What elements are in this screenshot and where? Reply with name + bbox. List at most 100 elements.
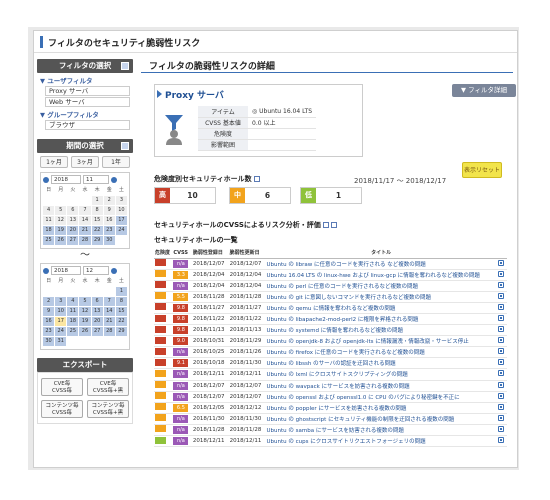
- calendar-day[interactable]: 1: [115, 287, 127, 296]
- vulnerability-title[interactable]: Ubuntu の git に意図しないコマンドを実行されるなど複数の問題: [265, 291, 497, 303]
- external-link-icon[interactable]: [497, 270, 504, 277]
- user-filter-group[interactable]: ▼ ユーザフィルタ: [40, 75, 133, 85]
- external-link-icon[interactable]: [497, 437, 504, 444]
- vulnerability-title[interactable]: Ubuntu の libraw に任意のコードを実行される など複数の問題: [265, 258, 497, 270]
- table-row[interactable]: n/a 2018/12/07 2018/12/07 Ubuntu の libraw に…: [154, 258, 507, 270]
- next-month-icon[interactable]: [111, 176, 117, 183]
- year-select[interactable]: 2018: [51, 175, 81, 184]
- calendar-day[interactable]: 4: [67, 297, 79, 306]
- calendar-day[interactable]: 12: [55, 216, 67, 225]
- calendar-day[interactable]: 10: [55, 307, 67, 316]
- calendar-day[interactable]: 27: [91, 327, 103, 336]
- calendar-day[interactable]: 8: [91, 206, 103, 215]
- calendar-day[interactable]: 18: [43, 226, 55, 235]
- calendar-day[interactable]: 21: [79, 226, 91, 235]
- calendar-day[interactable]: 22: [91, 226, 103, 235]
- calendar-day[interactable]: 19: [55, 226, 67, 235]
- help-icon[interactable]: [253, 176, 260, 182]
- calendar-day[interactable]: 14: [79, 216, 91, 225]
- calendar-day[interactable]: 25: [67, 327, 79, 336]
- calendar-day[interactable]: 26: [55, 236, 67, 245]
- calendar-day[interactable]: 15: [115, 307, 127, 316]
- calendar-day[interactable]: 7: [103, 297, 115, 306]
- calendar-day[interactable]: 24: [115, 226, 127, 235]
- calendar-day[interactable]: 16: [103, 216, 115, 225]
- expand-icon[interactable]: [157, 90, 162, 98]
- expand-icon[interactable]: [330, 222, 337, 228]
- calendar-day[interactable]: 23: [43, 327, 55, 336]
- calendar-day[interactable]: 11: [43, 216, 55, 225]
- calendar-day[interactable]: 3: [115, 196, 127, 205]
- external-link-icon[interactable]: [497, 337, 504, 344]
- table-row[interactable]: 5.5 2018/11/28 2018/11/28 Ubuntu の git に意図し…: [154, 291, 507, 303]
- vulnerability-title[interactable]: Ubuntu の wavpack にサービスを妨害される複数の問題: [265, 380, 497, 392]
- table-row[interactable]: n/a 2018/12/07 2018/12/07 Ubuntu の wavpack …: [154, 380, 507, 392]
- export-button[interactable]: コンテンツ毎 CVSS毎+黒: [87, 400, 129, 418]
- external-link-icon[interactable]: [497, 259, 504, 266]
- col-registered[interactable]: 脆弱性登録日: [191, 248, 229, 259]
- calendar-day[interactable]: 2: [43, 297, 55, 306]
- calendar-day[interactable]: 29: [91, 236, 103, 245]
- prev-month-icon[interactable]: [43, 267, 49, 274]
- table-row[interactable]: 9.8 2018/11/13 2018/11/13 Ubuntu の systemd …: [154, 324, 507, 337]
- calendar-day[interactable]: 12: [79, 307, 91, 316]
- calendar-day[interactable]: 2: [103, 196, 115, 205]
- vulnerability-title[interactable]: Ubuntu の libssh のサーバの認証を迂回される問題: [265, 357, 497, 370]
- calendar-day[interactable]: 13: [67, 216, 79, 225]
- vulnerability-title[interactable]: Ubuntu の firefox に任意のコードを実行されるなど複数の問題: [265, 346, 497, 359]
- calendar-day[interactable]: 30: [43, 337, 55, 346]
- next-month-icon[interactable]: [111, 267, 117, 274]
- table-row[interactable]: n/a 2018/12/04 2018/12/04 Ubuntu の perl に任意…: [154, 280, 507, 292]
- vulnerability-title[interactable]: Ubuntu の qemu に情報を奪われるなど複数の問題: [265, 302, 497, 314]
- table-row[interactable]: n/a 2018/11/30 2018/11/30 Ubuntu の ghostscr…: [154, 413, 507, 425]
- period-3m-button[interactable]: 3ヶ月: [71, 156, 99, 168]
- external-link-icon[interactable]: [497, 292, 504, 299]
- vulnerability-title[interactable]: Ubuntu の samba にサービスを妨害される複数の問題: [265, 424, 497, 437]
- calendar-day[interactable]: 25: [43, 236, 55, 245]
- external-link-icon[interactable]: [497, 403, 504, 410]
- vulnerability-title[interactable]: Ubuntu 16.04 LTS の linux-hwe および linux-g…: [265, 269, 497, 281]
- calendar-day[interactable]: 16: [43, 317, 55, 326]
- external-link-icon[interactable]: [497, 370, 504, 377]
- help-icon[interactable]: [322, 222, 329, 228]
- external-link-icon[interactable]: [497, 359, 504, 366]
- group-filter-group[interactable]: ▼ グループフィルタ: [40, 109, 133, 119]
- col-title[interactable]: タイトル: [265, 248, 497, 259]
- month-select[interactable]: 12: [83, 266, 109, 275]
- filter-item-web[interactable]: Web サーバ: [45, 97, 130, 107]
- calendar-day[interactable]: 21: [103, 317, 115, 326]
- table-row[interactable]: 9.0 2018/10/31 2018/11/29 Ubuntu の openjdk-…: [154, 335, 507, 348]
- col-risk[interactable]: 危険度: [154, 248, 173, 259]
- calendar-day[interactable]: 30: [103, 236, 115, 245]
- month-select[interactable]: 11: [83, 175, 109, 184]
- external-link-icon[interactable]: [497, 414, 504, 421]
- calendar-day[interactable]: 24: [55, 327, 67, 336]
- col-cvss[interactable]: CVSS: [172, 248, 192, 259]
- severity-high[interactable]: 高 10: [154, 187, 216, 204]
- calendar-day[interactable]: 28: [103, 327, 115, 336]
- table-row[interactable]: n/a 2018/12/07 2018/12/07 Ubuntu の openssl …: [154, 391, 507, 403]
- calendar-day[interactable]: 26: [79, 327, 91, 336]
- vulnerability-title[interactable]: Ubuntu の lxml にクロスサイトスクリプティングの問題: [265, 368, 497, 381]
- export-button[interactable]: CVE毎 CVSS毎+黒: [87, 378, 129, 396]
- table-row[interactable]: 3.3 2018/12/04 2018/12/04 Ubuntu 16.04 LTS …: [154, 269, 507, 281]
- export-button[interactable]: CVE毎 CVSS毎: [41, 378, 83, 396]
- calendar-day[interactable]: 19: [79, 317, 91, 326]
- severity-low[interactable]: 低1: [300, 187, 362, 204]
- vulnerability-title[interactable]: Ubuntu の ghostscript にセキュリティ機能の制限を迂回される複…: [265, 413, 497, 425]
- calendar-day[interactable]: 5: [55, 206, 67, 215]
- vulnerability-title[interactable]: Ubuntu の systemd に情報を奪われるなど複数の問題: [265, 324, 497, 337]
- table-row[interactable]: 9.8 2018/11/22 2018/11/22 Ubuntu の libapach…: [154, 313, 507, 326]
- calendar-day[interactable]: 5: [79, 297, 91, 306]
- calendar-day[interactable]: 8: [115, 297, 127, 306]
- calendar-day[interactable]: 18: [67, 317, 79, 326]
- calendar-day[interactable]: 17: [55, 317, 67, 326]
- calendar-day[interactable]: 17: [115, 216, 127, 225]
- calendar-day[interactable]: 28: [79, 236, 91, 245]
- table-row[interactable]: n/a 2018/12/11 2018/12/11 Ubuntu の lxml にクロ…: [154, 368, 507, 381]
- calendar-day[interactable]: 20: [67, 226, 79, 235]
- calendar-day[interactable]: 13: [91, 307, 103, 316]
- calendar-day[interactable]: 15: [91, 216, 103, 225]
- calendar-day[interactable]: 27: [67, 236, 79, 245]
- table-row[interactable]: n/a 2018/10/25 2018/11/26 Ubuntu の firefox …: [154, 346, 507, 359]
